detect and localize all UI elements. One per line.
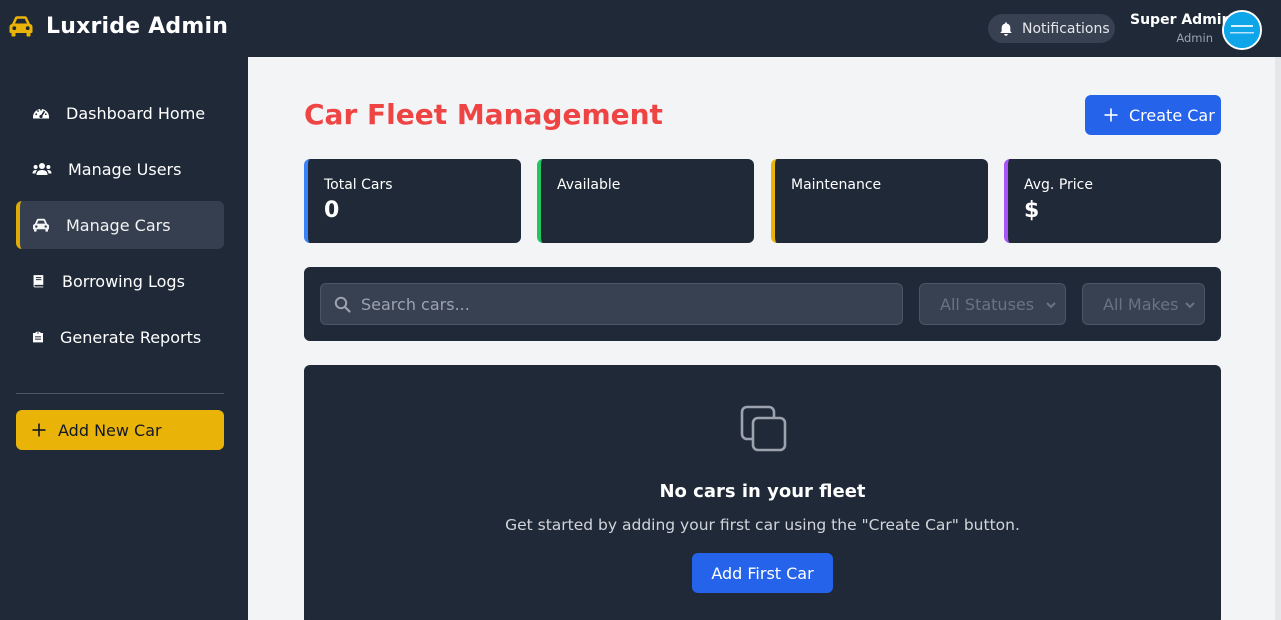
empty-state-title: No cars in your fleet [659, 481, 866, 502]
bell-icon [1000, 21, 1012, 36]
avatar-image [1224, 12, 1260, 48]
add-new-car-label: Add New Car [58, 420, 162, 440]
sidebar-item-label: Generate Reports [60, 327, 202, 347]
status-filter-value: All Statuses [940, 294, 1035, 314]
sidebar-item-label: Manage Users [68, 159, 182, 179]
sidebar-item-label: Borrowing Logs [62, 271, 185, 291]
status-filter-select[interactable]: All Statuses [919, 283, 1066, 325]
app-title: Luxride Admin [46, 13, 229, 39]
plus-icon [32, 423, 46, 437]
search-icon [334, 296, 351, 313]
stat-card-available: Available [537, 159, 754, 243]
stat-value: 0 [324, 198, 340, 223]
sidebar-item-borrowing-logs[interactable]: Borrowing Logs [16, 257, 224, 305]
user-info: Super Admin Admin [1130, 12, 1232, 45]
notifications-label: Notifications [1022, 20, 1110, 37]
page-title: Car Fleet Management [304, 98, 663, 131]
gauge-icon [33, 108, 49, 119]
empty-state-panel: No cars in your fleet Get started by add… [304, 365, 1221, 620]
filter-bar: All Statuses All Makes [304, 267, 1221, 341]
stat-value: $ [1024, 198, 1040, 223]
add-first-car-button[interactable]: Add First Car [692, 553, 833, 593]
sidebar-item-label: Dashboard Home [66, 103, 206, 123]
avatar[interactable] [1222, 10, 1262, 50]
user-role: Admin [1176, 31, 1213, 45]
user-name: Super Admin [1130, 12, 1232, 28]
chevron-down-icon [1046, 302, 1056, 309]
stat-label: Maintenance [791, 177, 882, 193]
stat-card-total-cars: Total Cars 0 [304, 159, 521, 243]
make-filter-select[interactable]: All Makes [1082, 283, 1205, 325]
car-icon [33, 218, 49, 232]
stat-card-maintenance: Maintenance [771, 159, 988, 243]
sidebar-item-generate-reports[interactable]: Generate Reports [16, 313, 224, 361]
make-filter-value: All Makes [1103, 294, 1179, 314]
brand[interactable]: Luxride Admin [8, 13, 228, 39]
empty-state-text: Get started by adding your first car usi… [505, 516, 1020, 534]
users-icon [32, 163, 52, 175]
page-scrollbar[interactable] [1275, 57, 1281, 620]
sidebar-item-dashboard-home[interactable]: Dashboard Home [16, 89, 224, 137]
sidebar-divider [16, 393, 224, 394]
sidebar-item-manage-cars[interactable]: Manage Cars [16, 201, 224, 249]
search-input[interactable] [361, 294, 891, 314]
plus-icon [1104, 108, 1118, 122]
create-car-label: Create Car [1129, 105, 1215, 125]
stat-card-avg-price: Avg. Price $ [1004, 159, 1221, 243]
stat-label: Avg. Price [1024, 177, 1093, 193]
clipboard-icon [33, 331, 43, 343]
book-icon [33, 275, 44, 288]
chevron-down-icon [1185, 302, 1195, 309]
car-logo-icon [9, 16, 33, 37]
notifications-button[interactable]: Notifications [988, 14, 1115, 43]
stat-label: Available [557, 177, 621, 193]
sidebar-item-label: Manage Cars [66, 215, 171, 235]
sidebar: Dashboard Home Manage Users Manage Cars … [0, 57, 248, 620]
top-bar: Luxride Admin Notifications Super Admin … [0, 0, 1281, 57]
sidebar-item-manage-users[interactable]: Manage Users [16, 145, 224, 193]
add-new-car-button[interactable]: Add New Car [16, 410, 224, 450]
copy-icon [740, 405, 787, 452]
create-car-button[interactable]: Create Car [1085, 95, 1221, 135]
search-box[interactable] [320, 283, 903, 325]
stat-label: Total Cars [324, 177, 393, 193]
